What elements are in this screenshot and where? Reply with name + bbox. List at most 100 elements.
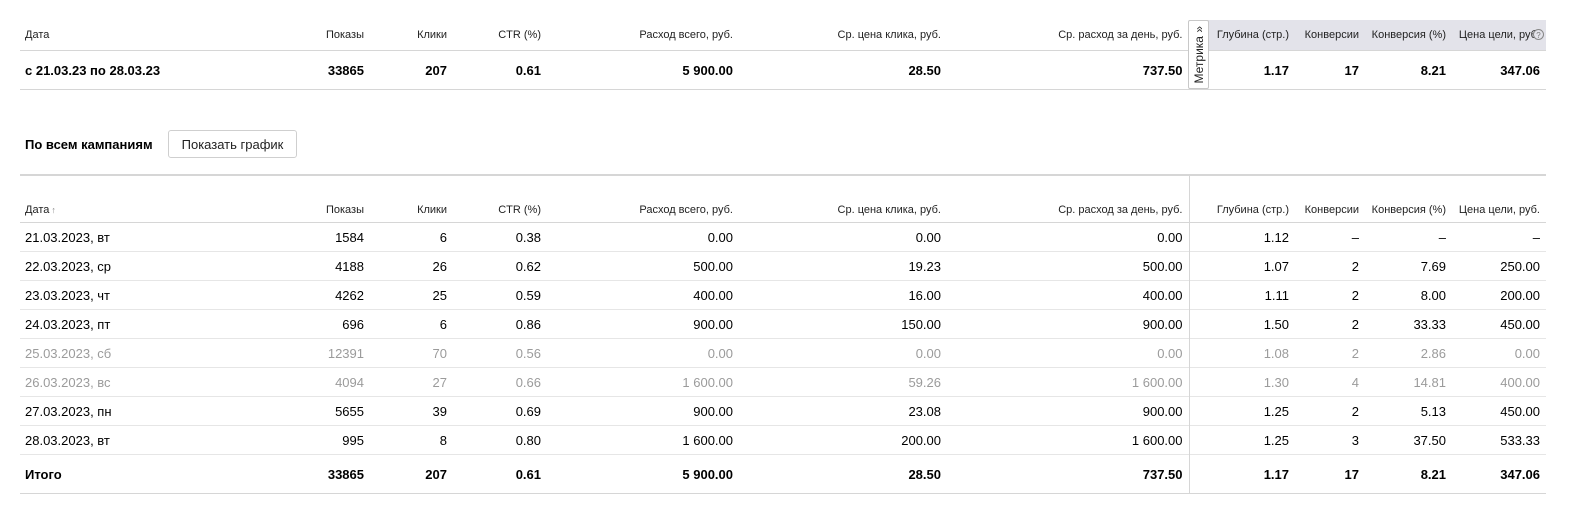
summary-col-avg-cpc[interactable]: Ср. цена клика, руб. [739,20,947,51]
table-row: 27.03.2023, пн 5655 39 0.69 900.00 23.08 900.0… [20,396,1546,426]
cell-conversions: 2 [1351,287,1359,303]
cell-depth: 1.11 [1188,280,1295,310]
total-cell-ctr: 0.61 [515,466,541,482]
col-header-goal-cost[interactable]: Цена цели, руб. [1452,175,1546,223]
cell-depth: 1.08 [1188,338,1295,368]
cell-clicks: 6 [439,316,447,332]
daily-stats-table: Дата ↑ Показы Клики CTR (%) Расход всего, руб… [20,174,1546,494]
cell-ctr: 0.66 [515,374,541,390]
cell-avg-cpc: 150.00 [901,316,941,332]
col-header-date[interactable]: Дата ↑ [20,175,300,223]
metrika-toggle-button[interactable]: Метрика » [1188,20,1209,89]
cell-conversions: 2 [1351,403,1359,419]
summary-col-conversions[interactable]: Конверсии [1295,20,1365,51]
col-header-avg-cpc[interactable]: Ср. цена клика, руб. [739,175,947,223]
summary-col-conversion-rate[interactable]: Конверсия (%) [1365,20,1452,51]
col-header-impressions[interactable]: Показы [300,175,370,223]
col-header-label: Ср. расход за день, руб. [1058,204,1183,216]
summary-col-impressions[interactable]: Показы [300,20,370,51]
cell-spend-total: 0.00 [707,229,733,245]
col-header-label: Цена цели, руб. [1458,204,1540,216]
cell-avg-daily-spend: 1 600.00 [1131,432,1183,448]
cell-clicks: 39 [432,403,447,419]
cell-goal-cost: 450.00 [1500,403,1540,419]
cell-date: 26.03.2023, вс [25,374,111,390]
cell-depth: 1.50 [1188,309,1295,339]
cell-avg-daily-spend: 0.00 [1157,229,1183,245]
cell-avg-daily-spend: 900.00 [1142,403,1183,419]
cell-date: 28.03.2023, вт [25,432,110,448]
cell-conversion-rate: 8.00 [1420,287,1446,303]
summary-cell-conversions: 17 [1344,62,1359,78]
cell-date: 22.03.2023, ср [25,258,112,274]
summary-col-goal-cost[interactable]: Цена цели, руб. [1452,20,1546,51]
cell-ctr: 0.56 [515,345,541,361]
cell-ctr: 0.62 [515,258,541,274]
col-header-ctr[interactable]: CTR (%) [453,175,547,223]
cell-goal-cost: 0.00 [1514,345,1540,361]
total-cell-goal-cost: 347.06 [1500,466,1540,482]
cell-impressions: 1584 [335,229,364,245]
cell-ctr: 0.69 [515,403,541,419]
cell-conversion-rate: 33.33 [1413,316,1446,332]
help-icon[interactable]: ? [1533,29,1544,40]
total-cell-clicks: 207 [425,466,447,482]
summary-cell-clicks: 207 [425,62,447,78]
cell-goal-cost: 250.00 [1500,258,1540,274]
cell-avg-cpc: 0.00 [915,345,941,361]
col-header-clicks[interactable]: Клики [370,175,453,223]
col-header-label: Дата [25,204,50,216]
cell-conversion-rate: 7.69 [1420,258,1446,274]
cell-goal-cost: 450.00 [1500,316,1540,332]
total-cell-spend-total: 5 900.00 [682,466,733,482]
cell-conversions: 2 [1351,258,1359,274]
detail-body: 21.03.2023, вт 1584 6 0.38 0.00 0.00 0.00 1.12 –… [20,222,1546,455]
summary-col-clicks[interactable]: Клики [370,20,453,51]
summary-col-spend-total[interactable]: Расход всего, руб. [547,20,739,51]
table-row: 22.03.2023, ср 4188 26 0.62 500.00 19.23 500.0… [20,251,1546,281]
sort-ascending-icon[interactable]: ↑ [51,205,56,215]
cell-spend-total: 900.00 [693,316,733,332]
cell-conversion-rate: 14.81 [1413,374,1446,390]
cell-spend-total: 1 600.00 [682,432,733,448]
col-header-label: Конверсии [1304,204,1359,216]
summary-cell-goal-cost: 347.06 [1500,62,1540,78]
summary-col-ctr[interactable]: CTR (%) [453,20,547,51]
col-header-label: CTR (%) [498,204,541,216]
summary-col-date[interactable]: Дата [20,20,300,51]
cell-avg-daily-spend: 1 600.00 [1131,374,1183,390]
col-header-avg-daily-spend[interactable]: Ср. расход за день, руб. [947,175,1189,223]
cell-date: 21.03.2023, вт [25,229,110,245]
col-header-conversion-rate[interactable]: Конверсия (%) [1365,175,1452,223]
summary-row: с 21.03.23 по 28.03.23 33865 207 0.61 5 900.… [20,50,1546,90]
cell-spend-total: 0.00 [707,345,733,361]
summary-cell-spend-total: 5 900.00 [682,62,733,78]
detail-header-row: Дата ↑ Показы Клики CTR (%) Расход всего, руб… [20,175,1546,223]
total-cell-avg-daily-spend: 737.50 [1142,466,1183,482]
cell-avg-daily-spend: 500.00 [1142,258,1183,274]
summary-cell-ctr: 0.61 [515,62,541,78]
cell-avg-cpc: 200.00 [901,432,941,448]
summary-col-avg-daily-spend[interactable]: Ср. расход за день, руб. [947,20,1189,51]
cell-clicks: 26 [432,258,447,274]
cell-conversion-rate: – [1438,229,1446,245]
cell-date: 27.03.2023, пн [25,403,112,419]
show-chart-button[interactable]: Показать график [168,130,297,158]
summary-cell-impressions: 33865 [327,62,364,78]
cell-date: 23.03.2023, чт [25,287,111,303]
total-cell-impressions: 33865 [327,466,364,482]
col-header-label: Глубина (стр.) [1216,204,1289,216]
cell-clicks: 6 [439,229,447,245]
cell-depth: 1.25 [1188,396,1295,426]
total-cell-conversion-rate: 8.21 [1420,466,1446,482]
table-row: 21.03.2023, вт 1584 6 0.38 0.00 0.00 0.00 1.12 –… [20,222,1546,252]
summary-header-row: Дата Показы Клики CTR (%) Расход всего, руб.… [20,20,1546,51]
summary-cell-avg-cpc: 28.50 [908,62,941,78]
cell-depth: 1.25 [1188,425,1295,455]
col-header-conversions[interactable]: Конверсии [1295,175,1365,223]
cell-conversions: – [1351,229,1359,245]
summary-cell-avg-daily-spend: 737.50 [1142,62,1183,78]
col-header-spend-total[interactable]: Расход всего, руб. [547,175,739,223]
col-header-depth[interactable]: Глубина (стр.) [1188,175,1295,223]
cell-spend-total: 900.00 [693,403,733,419]
